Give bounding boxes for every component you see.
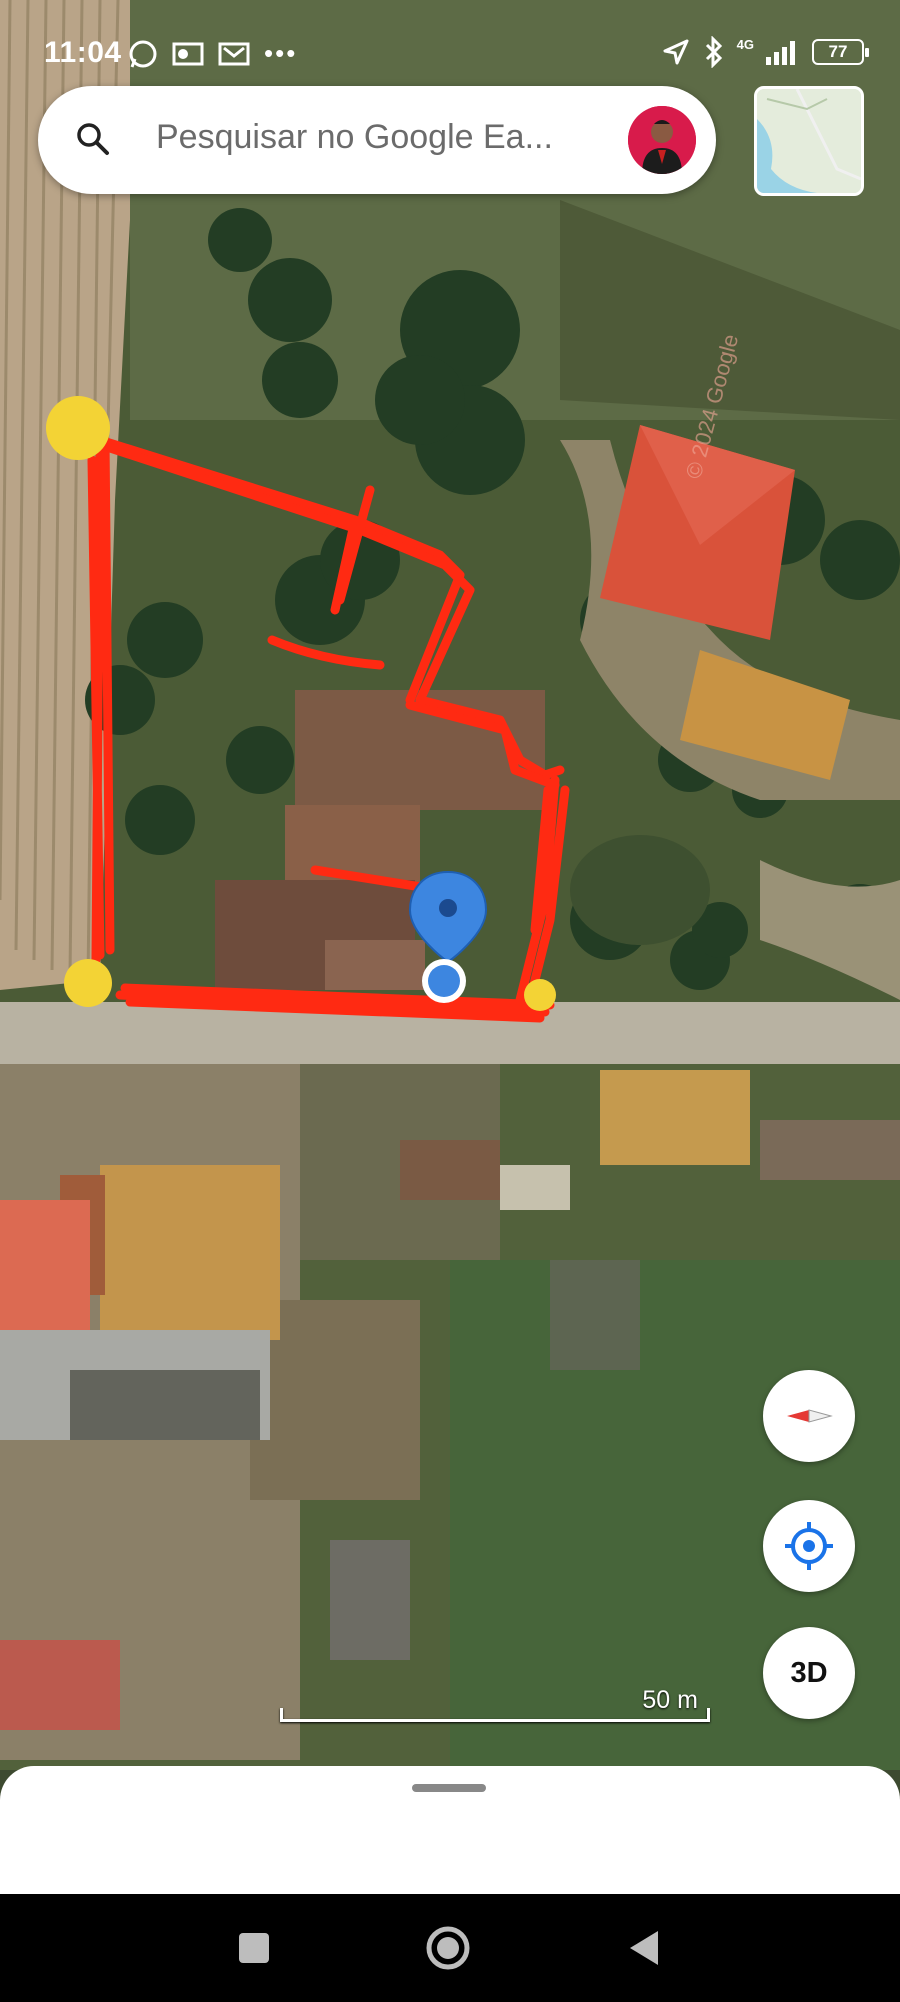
bluetooth-icon xyxy=(705,36,722,68)
map-imagery: © 2024 Google xyxy=(0,0,900,1770)
notification-icons: ••• xyxy=(128,38,297,69)
drag-handle[interactable] xyxy=(412,1784,486,1792)
scale-line xyxy=(280,1708,710,1722)
search-icon[interactable] xyxy=(74,120,112,158)
compass-icon xyxy=(787,1409,833,1423)
bottom-sheet[interactable] xyxy=(0,1766,900,1896)
minimap-layers-button[interactable] xyxy=(754,86,864,196)
satellite-map[interactable]: © 2024 Google xyxy=(0,0,900,1770)
whatsapp-icon xyxy=(129,40,157,68)
my-location-icon xyxy=(785,1522,833,1570)
signal-icon xyxy=(766,41,795,65)
circle-icon[interactable] xyxy=(424,1924,472,1972)
scale-bar: 50 m xyxy=(280,1686,712,1722)
triangle-back-icon[interactable] xyxy=(626,1928,662,1968)
user-avatar-image xyxy=(628,106,696,174)
avatar[interactable] xyxy=(628,106,696,174)
outlook-icon xyxy=(172,42,204,65)
battery-icon: 77 xyxy=(812,39,869,65)
current-location-dot xyxy=(422,959,466,1003)
status-time: 11:04 xyxy=(44,36,122,69)
system-navigation-bar xyxy=(0,1894,900,2002)
3d-toggle-button[interactable]: 3D xyxy=(763,1627,855,1719)
status-indicators: 4G 77 xyxy=(661,36,869,68)
location-arrow-icon xyxy=(663,39,689,65)
search-input[interactable]: Pesquisar no Google Ea... xyxy=(156,118,553,157)
my-location-button[interactable] xyxy=(763,1500,855,1592)
network-type: 4G xyxy=(736,36,754,52)
square-icon[interactable] xyxy=(236,1930,272,1966)
more-notifications-icon: ••• xyxy=(264,38,298,68)
minimap-thumbnail xyxy=(757,89,861,193)
search-bar[interactable]: Pesquisar no Google Ea... xyxy=(38,86,716,194)
compass-button[interactable] xyxy=(763,1370,855,1462)
outlook-icon xyxy=(218,42,250,65)
status-bar: 11:04 ••• 4G 77 xyxy=(0,0,900,80)
